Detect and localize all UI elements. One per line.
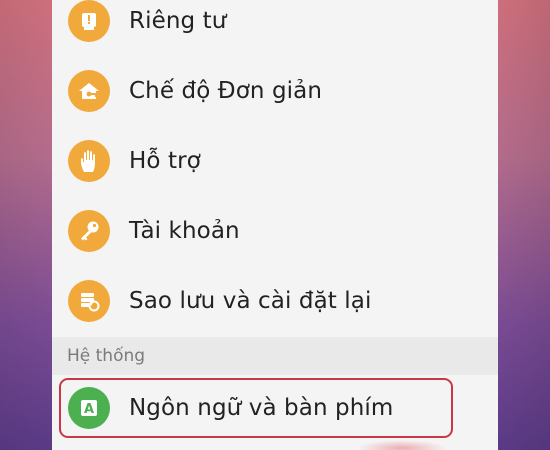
settings-item-label: Sao lưu và cài đặt lại bbox=[129, 288, 372, 314]
section-title: Hệ thống bbox=[67, 346, 146, 366]
highlight-box bbox=[59, 378, 453, 438]
settings-item-label: Chế độ Đơn giản bbox=[129, 78, 323, 104]
settings-item-easy-mode[interactable]: Chế độ Đơn giản bbox=[52, 56, 498, 126]
settings-item-accessibility[interactable]: Hỗ trợ bbox=[52, 126, 498, 196]
settings-item-accounts[interactable]: Tài khoản bbox=[52, 196, 498, 266]
ripple-glow bbox=[357, 440, 447, 450]
settings-item-label: Hỗ trợ bbox=[129, 148, 201, 174]
easy-mode-icon bbox=[68, 70, 110, 112]
settings-item-label: Tài khoản bbox=[129, 218, 240, 244]
settings-item-backup-reset[interactable]: Sao lưu và cài đặt lại bbox=[52, 266, 498, 336]
privacy-icon bbox=[68, 0, 110, 42]
accessibility-hand-icon bbox=[68, 140, 110, 182]
key-icon bbox=[68, 210, 110, 252]
section-header-system: Hệ thống bbox=[52, 337, 498, 375]
settings-panel: Riêng tư Chế độ Đơn giản Hỗ trợ Tài khoả… bbox=[52, 0, 498, 450]
backup-icon bbox=[68, 280, 110, 322]
settings-item-privacy[interactable]: Riêng tư bbox=[52, 0, 498, 56]
settings-item-label: Riêng tư bbox=[129, 8, 227, 34]
